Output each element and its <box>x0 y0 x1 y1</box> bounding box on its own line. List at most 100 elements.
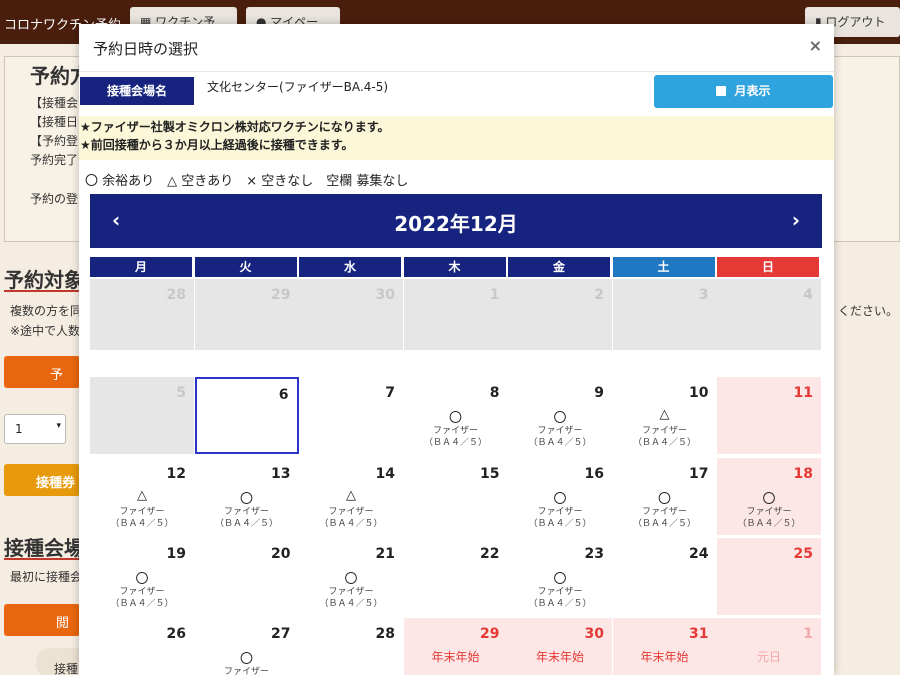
vaccine-type-line: （ＢＡ４／５） <box>528 438 592 448</box>
weekday-header-row: 月火水木金土日 <box>90 257 822 277</box>
calendar-day-cell[interactable]: 19 〇ファイザー （ＢＡ４／５） <box>90 538 194 615</box>
day-number: 31 <box>689 626 709 642</box>
availability-mark: △ <box>346 488 356 503</box>
day-number: 9 <box>594 385 604 401</box>
calendar-day-cell[interactable]: 8 〇ファイザー （ＢＡ４／５） <box>403 377 508 454</box>
vaccination-ticket-button[interactable]: 接種券 <box>4 464 80 496</box>
day-number: 11 <box>793 385 813 401</box>
instruction-line: 予約の登 <box>30 192 79 206</box>
calendar-day-cell[interactable]: 14 △ ファイザー （ＢＡ４／５） <box>299 458 403 535</box>
vaccine-type-line: ファイザー <box>537 587 583 597</box>
target-line: 複数の方を同 <box>10 304 83 318</box>
vaccine-type-line: （ＢＡ４／５） <box>528 519 592 529</box>
bottom-pill-label: 接種 <box>54 662 79 675</box>
calendar-day-cell[interactable]: 16 〇ファイザー （ＢＡ４／５） <box>508 458 612 535</box>
vaccine-type-label: ファイザー（ＢＡ４／５） <box>508 586 612 610</box>
calendar-day-cell: 6 <box>194 377 299 454</box>
section-title-venue: 接種会場 <box>4 536 84 560</box>
notice-box: ★ファイザー社製オミクロン株対応ワクチンになります。 ★前回接種から３か月以上経… <box>79 116 834 160</box>
next-month-icon[interactable]: › <box>792 208 800 232</box>
section-underline <box>4 290 84 292</box>
day-number: 12 <box>166 466 186 482</box>
calendar-day-cell: 29 年末年始 <box>403 618 508 675</box>
calendar-day-cell[interactable]: 13 〇ファイザー （ＢＡ４／５） <box>194 458 299 535</box>
availability-mark: 〇 <box>135 572 149 587</box>
calendar-day-cell: 30 <box>299 279 403 350</box>
day-number: 22 <box>480 546 500 562</box>
calendar-day-cell: 26 <box>90 618 194 675</box>
calendar-day-cell: 2 <box>508 279 612 350</box>
vaccine-type-label: ファイザー（ＢＡ４／５） <box>195 666 299 675</box>
month-view-button[interactable]: 月表示 <box>654 75 833 108</box>
day-number: 3 <box>698 287 709 303</box>
vaccine-type-line: （ＢＡ４／５） <box>632 519 696 529</box>
section-underline <box>4 558 84 560</box>
day-number: 20 <box>271 546 291 562</box>
day-number: 15 <box>480 466 500 482</box>
modal-title: 予約日時の選択 <box>93 40 199 58</box>
day-number: 24 <box>689 546 709 562</box>
day-number: 4 <box>803 287 813 303</box>
vaccine-type-line: （ＢＡ４／５） <box>110 519 174 529</box>
notice-line: ★前回接種から３か月以上経過後に接種できます。 <box>80 138 354 152</box>
day-number: 19 <box>166 546 186 562</box>
vaccine-type-label: ファイザー （ＢＡ４／５） <box>613 506 717 530</box>
vaccine-type-line: ファイザー <box>328 507 374 517</box>
calendar-day-cell[interactable]: 17 〇ファイザー （ＢＡ４／５） <box>612 458 717 535</box>
day-number: 25 <box>793 546 813 562</box>
weekday-header: 水 <box>299 257 401 277</box>
vaccine-type-line: ファイザー <box>223 667 269 675</box>
instruction-line: 予約完了 <box>30 153 79 167</box>
calendar-day-cell[interactable]: 12 △ ファイザー （ＢＡ４／５） <box>90 458 194 535</box>
availability-mark: 〇 <box>553 572 567 587</box>
vaccine-type-line: ファイザー <box>432 426 478 436</box>
day-number: 8 <box>489 385 500 401</box>
day-number: 1 <box>489 287 500 303</box>
vaccine-type-label: ファイザー（ＢＡ４／５） <box>299 586 403 610</box>
view-button[interactable]: 閲 <box>4 604 80 636</box>
close-icon[interactable]: × <box>809 36 822 55</box>
calendar-day-cell: 11 <box>717 377 821 454</box>
day-number: 7 <box>385 385 395 401</box>
calendar-day-cell: 28 <box>90 279 194 350</box>
day-number: 16 <box>584 466 604 482</box>
day-number: 28 <box>375 626 395 642</box>
availability-mark: △ <box>137 488 147 503</box>
section-title-target: 予約対象 <box>4 268 84 292</box>
calendar-day-cell: 28 <box>299 618 403 675</box>
day-number: 23 <box>584 546 604 562</box>
calendar-header: ‹ 2022年12月 › <box>90 194 822 248</box>
calendar-day-cell[interactable]: 21 〇ファイザー （ＢＡ４／５） <box>299 538 403 615</box>
availability-mark: 〇 <box>553 411 567 426</box>
instruction-line: 【予約登 <box>30 134 79 148</box>
availability-mark: 〇 <box>239 492 253 507</box>
availability-mark: 〇 <box>239 652 253 667</box>
month-view-label: 月表示 <box>734 84 771 98</box>
calendar-day-cell: 1 <box>403 279 508 350</box>
vaccine-type-line: （ＢＡ４／５） <box>737 519 801 529</box>
calendar-day-cell[interactable]: 18 〇ファイザー （ＢＡ４／５） <box>717 458 821 535</box>
person-count-value: 1 <box>15 422 23 436</box>
calendar-day-cell: 4 <box>717 279 821 350</box>
calendar-day-cell: 22 <box>403 538 508 615</box>
calendar-day-cell[interactable]: 9 〇ファイザー （ＢＡ４／５） <box>508 377 612 454</box>
calendar-day-cell: 7 <box>299 377 403 454</box>
instruction-line: 【接種会 <box>30 96 79 110</box>
venue-name: 文化センター(ファイザーBA.4-5) <box>207 80 389 94</box>
holiday-label: 年末年始 <box>431 650 480 664</box>
vaccine-type-line: （ＢＡ４／５） <box>214 519 278 529</box>
day-number: 30 <box>584 626 604 642</box>
availability-mark: △ <box>659 407 670 422</box>
vaccine-type-line: ファイザー <box>641 507 687 517</box>
vaccine-type-label: ファイザー（ＢＡ４／５） <box>508 425 612 449</box>
venue-label: 接種会場名 <box>80 77 194 105</box>
vaccine-type-line: （ＢＡ４／５） <box>110 599 174 609</box>
edit-button[interactable]: 予 <box>4 356 80 388</box>
holiday-label: 年末年始 <box>640 650 689 664</box>
person-count-select[interactable]: 1 ▾ <box>4 414 66 444</box>
calendar-day-cell[interactable]: 23 〇ファイザー （ＢＡ４／５） <box>508 538 612 615</box>
calendar-day-cell[interactable]: 10 △ ファイザー （ＢＡ４／５） <box>612 377 717 454</box>
view-button-label: 閲 <box>56 616 70 631</box>
calendar-day-cell[interactable]: 27 〇ファイザー（ＢＡ４／５） <box>194 618 299 675</box>
target-line-trailing: ください。 <box>838 304 899 318</box>
